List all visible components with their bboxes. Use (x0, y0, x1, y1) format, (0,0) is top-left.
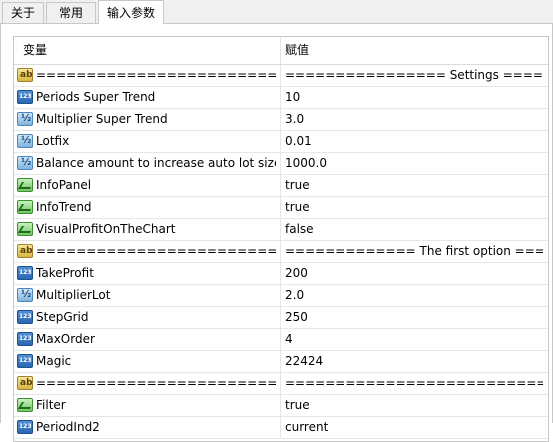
parameter-value[interactable]: ================ Settings ==============… (285, 65, 543, 86)
parameter-value[interactable]: 4 (285, 329, 543, 350)
tab-about[interactable]: 关于 (2, 2, 44, 23)
cell-divider (280, 65, 281, 86)
double-icon (17, 134, 33, 148)
integer-icon (17, 90, 33, 104)
table-row[interactable]: InfoTrend true (14, 197, 548, 219)
cell-divider (280, 175, 281, 196)
integer-icon (17, 266, 33, 280)
table-row[interactable]: Balance amount to increase auto lot size… (14, 153, 548, 175)
tab-bar: 关于 常用 输入参数 (0, 0, 553, 24)
parameter-name: TakeProfit (36, 266, 94, 280)
cell-divider (280, 131, 281, 152)
parameter-value[interactable]: current (285, 417, 543, 438)
parameter-value[interactable]: 2.0 (285, 285, 543, 306)
string-icon (17, 68, 33, 82)
cell-divider (280, 417, 281, 438)
parameter-name: Balance amount to increase auto lot size (36, 156, 276, 170)
bool-icon (17, 178, 33, 192)
cell-divider (280, 285, 281, 306)
cell-divider (280, 87, 281, 108)
table-row[interactable]: Lotfix 0.01 (14, 131, 548, 153)
table-row[interactable]: Multiplier Super Trend 3.0 (14, 109, 548, 131)
parameters-table: 变量 赋值 ==================================… (13, 36, 549, 442)
parameter-value[interactable]: =================================== (285, 373, 543, 394)
table-row[interactable]: ======================== ============= Th… (14, 241, 548, 263)
parameter-value[interactable]: 200 (285, 263, 543, 284)
double-icon (17, 112, 33, 126)
parameter-name: InfoTrend (36, 200, 92, 214)
cell-divider (280, 329, 281, 350)
parameter-value[interactable]: 0.01 (285, 131, 543, 152)
cell-divider (280, 351, 281, 372)
table-row[interactable]: ======================== ================… (14, 65, 548, 87)
table-row[interactable]: Periods Super Trend 10 (14, 87, 548, 109)
tab-input-parameters[interactable]: 输入参数 (98, 0, 164, 24)
table-row[interactable]: InfoPanel true (14, 175, 548, 197)
cell-divider (280, 219, 281, 240)
parameter-name: Multiplier Super Trend (36, 112, 168, 126)
table-row[interactable]: TakeProfit 200 (14, 263, 548, 285)
double-icon (17, 288, 33, 302)
parameter-value[interactable]: false (285, 219, 543, 240)
table-body: ========================================… (14, 65, 548, 439)
parameter-name: Filter (36, 398, 66, 412)
cell-divider (280, 395, 281, 416)
table-row[interactable]: PeriodInd2 current (14, 417, 548, 439)
integer-icon (17, 354, 33, 368)
parameter-name: Lotfix (36, 134, 70, 148)
cell-divider (280, 373, 281, 394)
table-row[interactable]: VisualProfitOnTheChart false (14, 219, 548, 241)
parameter-value[interactable]: 10 (285, 87, 543, 108)
parameter-name: ======================== (36, 244, 276, 258)
table-row[interactable]: Magic 22424 (14, 351, 548, 373)
parameter-value[interactable]: 22424 (285, 351, 543, 372)
integer-icon (17, 420, 33, 434)
string-icon (17, 244, 33, 258)
parameter-value[interactable]: 1000.0 (285, 153, 543, 174)
tab-common[interactable]: 常用 (46, 2, 96, 23)
integer-icon (17, 310, 33, 324)
cell-divider (280, 153, 281, 174)
parameter-name: VisualProfitOnTheChart (36, 222, 176, 236)
cell-divider (280, 307, 281, 328)
table-row[interactable]: MultiplierLot 2.0 (14, 285, 548, 307)
parameter-name: ======================== (36, 68, 276, 82)
cell-divider (280, 109, 281, 130)
parameter-value[interactable]: true (285, 175, 543, 196)
parameter-value[interactable]: 250 (285, 307, 543, 328)
cell-divider (280, 263, 281, 284)
table-row[interactable]: MaxOrder 4 (14, 329, 548, 351)
string-icon (17, 376, 33, 390)
parameter-name: InfoPanel (36, 178, 92, 192)
parameter-name: Periods Super Trend (36, 90, 156, 104)
parameter-name: MultiplierLot (36, 288, 111, 302)
column-header-value[interactable]: 赋值 (285, 37, 309, 64)
cell-divider (280, 241, 281, 262)
column-header-variable[interactable]: 变量 (23, 37, 47, 64)
table-row[interactable]: ========================================… (14, 373, 548, 395)
bool-icon (17, 222, 33, 236)
parameter-name: ======================== (36, 376, 276, 390)
integer-icon (17, 332, 33, 346)
parameter-name: StepGrid (36, 310, 89, 324)
parameter-name: MaxOrder (36, 332, 95, 346)
input-parameters-panel: 变量 赋值 ==================================… (0, 24, 553, 442)
bool-icon (17, 200, 33, 214)
parameter-value[interactable]: true (285, 197, 543, 218)
table-header: 变量 赋值 (14, 37, 548, 65)
parameter-value[interactable]: true (285, 395, 543, 416)
parameter-name: Magic (36, 354, 72, 368)
cell-divider (280, 197, 281, 218)
table-row[interactable]: StepGrid 250 (14, 307, 548, 329)
column-divider[interactable] (280, 37, 281, 64)
bool-icon (17, 398, 33, 412)
parameter-name: PeriodInd2 (36, 420, 100, 434)
parameter-value[interactable]: ============= The first option =========… (285, 241, 543, 262)
double-icon (17, 156, 33, 170)
parameter-value[interactable]: 3.0 (285, 109, 543, 130)
table-row[interactable]: Filter true (14, 395, 548, 417)
